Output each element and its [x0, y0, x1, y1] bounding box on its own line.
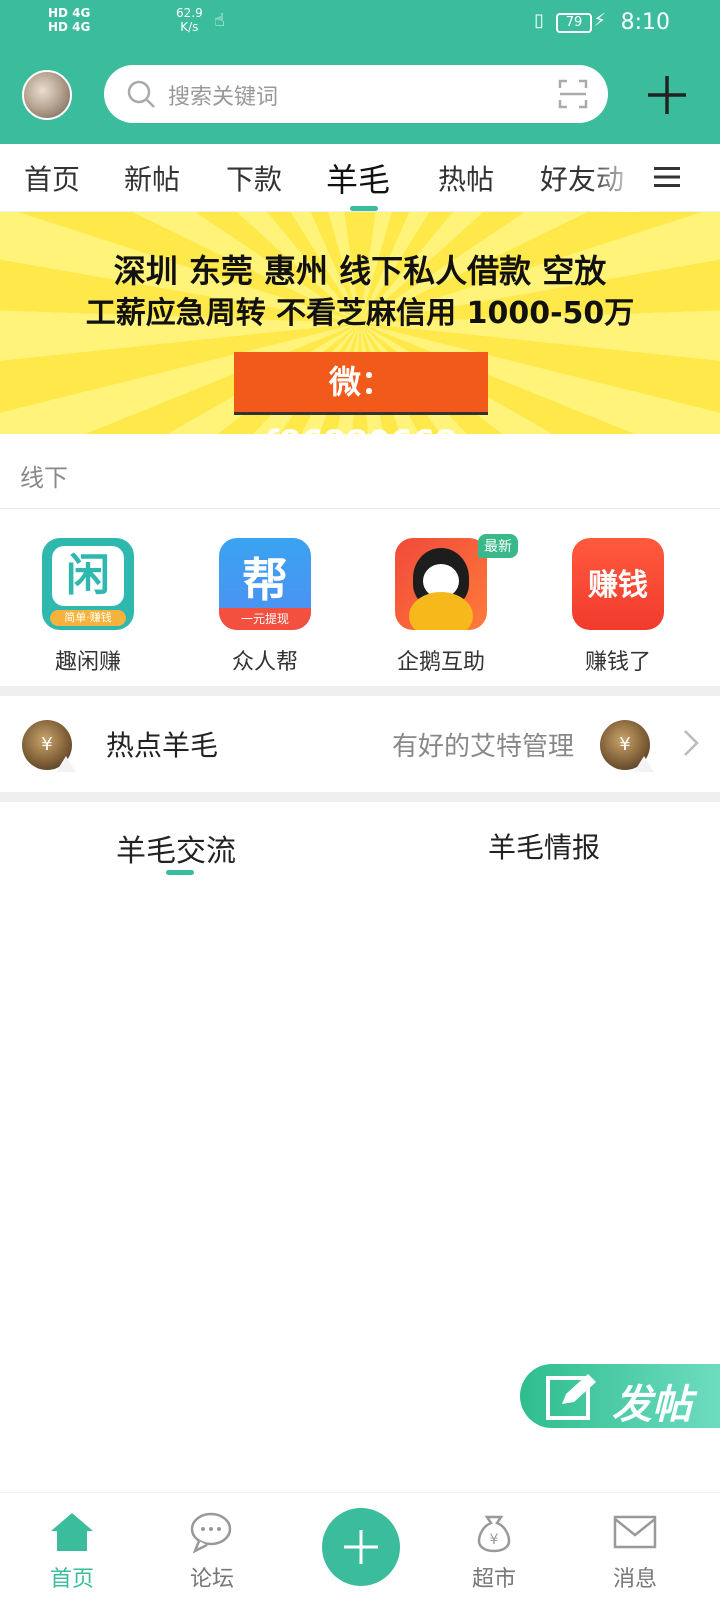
svg-text:¥: ¥ — [490, 1532, 499, 1548]
app-header: HD 4G HD 4G 62.9 K/s ☝ ▯ 79 ⚡ 8:10 搜索关键词 — [0, 0, 720, 144]
app-label: 众人帮 — [231, 650, 298, 675]
user-avatar[interactable] — [22, 70, 72, 120]
banner-line-2: 工薪应急周转 不看芝麻信用 1000-50万 — [85, 296, 635, 331]
chevron-right-icon — [684, 730, 699, 756]
app-zhong-ren-bang[interactable]: 帮 一元提现 众人帮 — [200, 538, 330, 676]
active-subtab-indicator — [166, 870, 194, 875]
admin-avatar: ¥ — [600, 720, 654, 772]
signal-indicator: HD 4G HD 4G — [48, 6, 91, 34]
mail-icon — [613, 1515, 657, 1549]
tab-loans[interactable]: 下款 — [226, 158, 282, 198]
touch-icon: ☝ — [214, 10, 225, 31]
penguin-icon — [395, 538, 487, 630]
app-zhuan-qian-le[interactable]: 赚钱 赚钱了 — [553, 538, 683, 676]
app-qi-e-hu-zhu[interactable]: 企鹅互助 — [376, 538, 506, 676]
tab-home[interactable]: 首页 — [24, 158, 80, 198]
search-placeholder: 搜索关键词 — [168, 85, 279, 110]
banner-line-1: 深圳 东莞 惠州 线下私人借款 空放 — [113, 252, 607, 290]
tab-hot-posts[interactable]: 热帖 — [438, 158, 494, 198]
tab-intel[interactable]: 羊毛情报 — [488, 826, 600, 866]
status-bar: HD 4G HD 4G 62.9 K/s ☝ ▯ 79 ⚡ 8:10 — [0, 0, 720, 50]
app-label: 企鹅互助 — [396, 650, 485, 675]
plus-icon — [344, 1530, 378, 1564]
hot-freebies-row[interactable]: ¥ 热点羊毛 有好的艾特管理 ¥ — [0, 696, 720, 792]
edit-icon — [546, 1374, 596, 1420]
nav-messages[interactable]: 消息 — [585, 1511, 685, 1593]
add-icon[interactable] — [642, 70, 692, 120]
active-tab-indicator — [350, 206, 378, 211]
zhong-ren-bang-icon: 帮 一元提现 — [219, 538, 311, 630]
hot-title: 热点羊毛 — [106, 729, 219, 762]
home-icon — [51, 1513, 93, 1551]
ad-banner[interactable]: 深圳 东莞 惠州 线下私人借款 空放 工薪应急周转 不看芝麻信用 1000-50… — [0, 212, 720, 461]
section-gap — [0, 686, 720, 696]
charging-icon: ⚡ — [593, 10, 606, 31]
search-icon — [127, 80, 155, 108]
new-badge: 最新 — [478, 534, 518, 558]
banner-contact-button[interactable]: 微：f86880668 — [234, 352, 488, 461]
app-qu-xian-zhuan[interactable]: 闲 简单·赚钱 趣闲赚 — [23, 538, 153, 676]
section-label: 线下 — [20, 464, 68, 492]
nav-market[interactable]: ¥ 超市 — [444, 1511, 544, 1593]
tab-freebies[interactable]: 羊毛 — [326, 155, 390, 201]
clock: 8:10 — [620, 10, 670, 35]
coin-icon: ¥ — [22, 720, 76, 772]
qu-xian-zhuan-icon: 闲 简单·赚钱 — [42, 538, 134, 630]
menu-icon[interactable] — [654, 166, 680, 188]
tab-new-posts[interactable]: 新帖 — [124, 158, 180, 198]
category-tabs: 首页 新帖 下款 羊毛 热帖 好友动 — [0, 144, 720, 212]
create-button[interactable] — [322, 1508, 400, 1586]
nav-home[interactable]: 首页 — [22, 1511, 122, 1593]
chat-icon — [190, 1512, 232, 1554]
tab-exchange[interactable]: 羊毛交流 — [116, 826, 236, 870]
zhuan-qian-le-icon: 赚钱 — [572, 538, 664, 630]
section-gap — [0, 792, 720, 802]
post-label: 发帖 — [612, 1382, 692, 1428]
scan-icon[interactable] — [558, 79, 588, 109]
post-button[interactable]: 发帖 — [520, 1364, 720, 1428]
battery-indicator: 79 — [556, 13, 592, 33]
tabs-fade — [590, 144, 640, 212]
network-speed: 62.9 K/s — [176, 6, 203, 34]
hot-subtitle: 有好的艾特管理 — [392, 732, 575, 762]
nav-forum[interactable]: 论坛 — [162, 1511, 262, 1593]
app-label: 趣闲赚 — [54, 650, 121, 675]
app-label: 赚钱了 — [584, 650, 651, 675]
money-bag-icon: ¥ — [477, 1515, 511, 1553]
app-root: { "status_bar": { "signal_1": "HD 4G", "… — [0, 0, 720, 1600]
divider — [0, 508, 720, 509]
vibrate-icon: ▯ — [534, 10, 544, 31]
search-bar[interactable]: 搜索关键词 — [104, 65, 608, 123]
